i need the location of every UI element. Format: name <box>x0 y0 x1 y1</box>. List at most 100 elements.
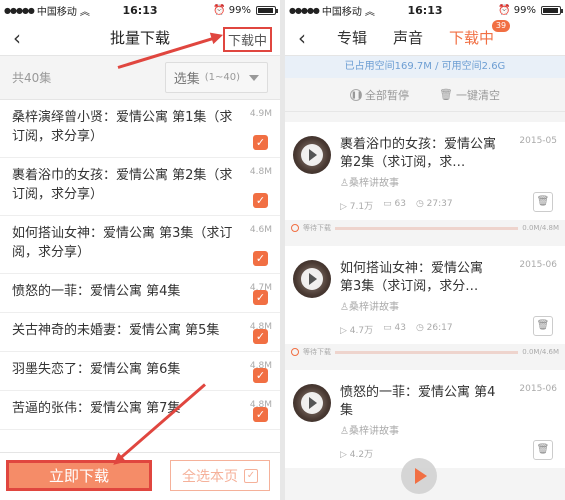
check-icon[interactable]: ✓ <box>253 329 268 344</box>
pause-icon: ❚❚ <box>350 88 363 101</box>
user-icon: ♙ <box>340 302 349 313</box>
carrier-label: 中国移动 <box>36 6 77 18</box>
item-date: 2015-06 <box>519 384 557 394</box>
tab-bar: 专辑 声音 下载中 39 <box>337 20 511 48</box>
clear-all-label: 一键清空 <box>455 88 500 102</box>
status-bar: ●●●●● 中国移动 ︽ 16:13 ⏰ 99% <box>285 0 565 20</box>
item-title: 裹着浴巾的女孩：爱情公寓 第2集（求订阅，求… <box>340 137 497 170</box>
batch-download-screen: ●●●●● 中国移动 ︽ 16:13 ⏰ 99% ‹ 批量下载 下载中 共40集… <box>0 0 280 500</box>
downloading-link[interactable]: 下载中 <box>222 27 272 52</box>
comments-count: ▭ 63 <box>383 199 406 209</box>
check-icon: ✓ <box>244 468 258 483</box>
episode-range-select[interactable]: 选集 (1~40) <box>164 62 268 93</box>
play-count-icon: ▷ <box>340 202 350 212</box>
item-date: 2015-06 <box>519 260 557 270</box>
episode-list: 桑梓演绎曾小贤：爱情公寓 第1集（求订阅，求分享） 4.9M ✓ 裹着浴巾的女孩… <box>0 100 280 430</box>
episode-title: 桑梓演绎曾小贤：爱情公寓 第1集（求订阅，求分享） <box>12 110 233 144</box>
play-icon <box>301 392 323 414</box>
user-icon: ♙ <box>340 178 349 189</box>
play-icon <box>301 268 323 290</box>
progress-bar <box>335 350 519 354</box>
album-cover[interactable] <box>293 384 331 422</box>
episode-title: 如何搭讪女神：爱情公寓 第3集（求订阅，求分享） <box>12 226 233 260</box>
battery-percent: 99% <box>228 4 251 16</box>
play-icon <box>301 144 323 166</box>
download-actions: ❚❚ 全部暂停 🗑 一键清空 <box>285 78 565 112</box>
item-date: 2015-05 <box>519 136 557 146</box>
footer-bar: 立即下载 全选本页 ✓ <box>0 452 280 500</box>
comments-count: ▭ 43 <box>383 323 406 333</box>
clear-all-button[interactable]: 🗑 一键清空 <box>439 87 500 103</box>
download-item[interactable]: 愤怒的一菲：爱情公寓 第4集 2015-06 ♙桑梓讲故事 ▷ 4.2万 🗑 <box>285 370 565 468</box>
check-icon[interactable]: ✓ <box>253 407 268 422</box>
play-count-icon: ▷ <box>340 450 350 460</box>
item-meta: ▷ 4.2万 <box>340 447 373 460</box>
battery-icon <box>256 5 278 15</box>
episode-title: 关古神奇的未婚妻：爱情公寓 第5集 <box>12 323 220 338</box>
alarm-icon: ⏰ <box>498 4 511 16</box>
list-item[interactable]: 苦逼的张伟：爱情公寓 第7集 4.8M ✓ <box>0 391 280 430</box>
progress-status: 等待下载 <box>303 224 331 232</box>
trash-icon: 🗑 <box>439 88 453 101</box>
item-author: ♙桑梓讲故事 <box>340 426 399 437</box>
trash-icon[interactable]: 🗑 <box>533 316 553 336</box>
clock-icon <box>291 348 299 356</box>
tab-sounds[interactable]: 声音 <box>393 27 423 48</box>
storage-info: 已占用空间169.7M / 可用空间2.6G <box>285 56 565 78</box>
item-author: ♙桑梓讲故事 <box>340 178 399 189</box>
dropdown-triangle-icon <box>249 74 259 81</box>
item-meta: ▷ 7.1万 ▭ 63 ◷ 27:37 <box>340 199 453 212</box>
check-icon[interactable]: ✓ <box>253 251 268 266</box>
select-page-button[interactable]: 全选本页 ✓ <box>170 460 270 491</box>
nav-bar: ‹ 专辑 声音 下载中 39 <box>285 20 565 56</box>
floating-play-button[interactable] <box>401 458 437 494</box>
duration: ◷ 27:37 <box>415 199 453 209</box>
progress-status: 等待下载 <box>303 348 331 356</box>
item-meta: ▷ 4.7万 ▭ 43 ◷ 26:17 <box>340 323 453 336</box>
select-label: 选集 <box>173 72 200 87</box>
download-now-button[interactable]: 立即下载 <box>6 460 152 491</box>
download-item[interactable]: 裹着浴巾的女孩：爱情公寓 第2集（求订阅，求… 2015-05 ♙桑梓讲故事 ▷… <box>285 122 565 220</box>
download-progress: 等待下载 0.0M/4.6M <box>285 344 565 360</box>
plays-count: ▷ 7.1万 <box>340 202 374 212</box>
tab-downloading-label: 下载中 <box>449 29 495 47</box>
pause-all-button[interactable]: ❚❚ 全部暂停 <box>350 87 409 103</box>
status-bar: ●●●●● 中国移动 ︽ 16:13 ⏰ 99% <box>0 0 280 20</box>
check-icon[interactable]: ✓ <box>253 290 268 305</box>
download-item[interactable]: 如何搭讪女神：爱情公寓 第3集（求订阅，求分… 2015-06 ♙桑梓讲故事 ▷… <box>285 246 565 344</box>
signal-icon: ●●●●● <box>289 5 320 15</box>
check-icon[interactable]: ✓ <box>253 193 268 208</box>
tab-album[interactable]: 专辑 <box>337 27 367 48</box>
episode-size: 4.6M <box>249 225 272 235</box>
progress-text: 0.0M/4.8M <box>522 224 559 232</box>
back-icon[interactable]: ‹ <box>0 20 28 56</box>
item-title: 愤怒的一菲：爱情公寓 第4集 <box>340 385 496 418</box>
carrier-label: 中国移动 <box>321 6 362 18</box>
list-item[interactable]: 如何搭讪女神：爱情公寓 第3集（求订阅，求分享） 4.6M ✓ <box>0 216 280 274</box>
trash-icon[interactable]: 🗑 <box>533 440 553 460</box>
episode-size: 4.8M <box>249 167 272 177</box>
list-item[interactable]: 裹着浴巾的女孩：爱情公寓 第2集（求订阅，求分享） 4.8M ✓ <box>0 158 280 216</box>
check-icon[interactable]: ✓ <box>253 368 268 383</box>
downloading-screen: ●●●●● 中国移动 ︽ 16:13 ⏰ 99% ‹ 专辑 声音 下载中 39 … <box>285 0 565 500</box>
progress-text: 0.0M/4.6M <box>522 348 559 356</box>
item-title: 如何搭讪女神：爱情公寓 第3集（求订阅，求分… <box>340 261 484 294</box>
list-item[interactable]: 羽墨失恋了：爱情公寓 第6集 4.8M ✓ <box>0 352 280 391</box>
downloading-count-badge: 39 <box>491 20 511 32</box>
item-author: ♙桑梓讲故事 <box>340 302 399 313</box>
episode-title: 愤怒的一菲：爱情公寓 第4集 <box>12 284 181 299</box>
album-cover[interactable] <box>293 260 331 298</box>
list-item[interactable]: 愤怒的一菲：爱情公寓 第4集 4.7M ✓ <box>0 274 280 313</box>
episode-title: 裹着浴巾的女孩：爱情公寓 第2集（求订阅，求分享） <box>12 168 233 202</box>
episode-total: 共40集 <box>12 71 52 85</box>
check-icon[interactable]: ✓ <box>253 135 268 150</box>
list-item[interactable]: 关古神奇的未婚妻：爱情公寓 第5集 4.8M ✓ <box>0 313 280 352</box>
tab-downloading[interactable]: 下载中 39 <box>449 20 511 48</box>
album-cover[interactable] <box>293 136 331 174</box>
trash-icon[interactable]: 🗑 <box>533 192 553 212</box>
list-item[interactable]: 桑梓演绎曾小贤：爱情公寓 第1集（求订阅，求分享） 4.9M ✓ <box>0 100 280 158</box>
signal-icon: ●●●●● <box>4 5 35 15</box>
back-icon[interactable]: ‹ <box>285 20 313 56</box>
alarm-icon: ⏰ <box>213 4 226 16</box>
plays-count: ▷ 4.2万 <box>340 450 374 460</box>
